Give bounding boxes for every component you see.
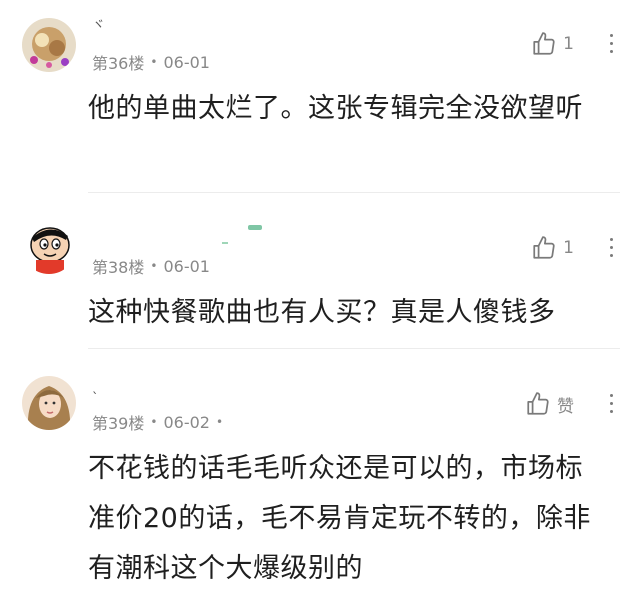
- comment-text: 不花钱的话毛毛听众还是可以的，市场标准价20的话，毛不易肯定玩不转的，除非有潮科…: [88, 453, 591, 584]
- thumbs-up-icon: [531, 235, 557, 261]
- more-vertical-icon[interactable]: [608, 34, 614, 53]
- like-count: 1: [563, 238, 574, 258]
- comment-meta: 第39楼 • 06-02 •: [92, 410, 223, 434]
- comment-date: 06-01: [163, 256, 210, 276]
- like-label: 赞: [557, 396, 574, 417]
- separator-dot: •: [215, 415, 224, 429]
- comment-item: ˎ 第39楼 • 06-02 • 赞 不花钱的话毛毛听众还是可以的，市场标准价2…: [0, 348, 640, 584]
- username[interactable]: ˎ: [92, 380, 99, 395]
- comment-meta: 第38楼 • 06-01: [92, 254, 210, 278]
- avatar[interactable]: [22, 18, 76, 72]
- floor-number: 第38楼: [92, 258, 145, 277]
- like-button[interactable]: 1: [531, 31, 574, 57]
- floor-number: 第36楼: [92, 54, 145, 73]
- thumbs-up-icon: [531, 31, 557, 57]
- more-vertical-icon[interactable]: [608, 394, 614, 413]
- comment-date: 06-01: [163, 52, 210, 72]
- comment-text: 他的单曲太烂了。这张专辑完全没欲望听: [88, 93, 583, 124]
- separator-dot: •: [150, 55, 158, 69]
- avatar[interactable]: [22, 376, 76, 430]
- comment-item: 第38楼 • 06-01 1 这种快餐歌曲也有人买？真是人傻钱多: [0, 192, 640, 349]
- comment-item: ヾ 第36楼 • 06-01 1 他的单曲太烂了。这张专辑完全没欲望听: [0, 0, 640, 193]
- thumbs-up-icon: [525, 391, 551, 417]
- username-decoration: [248, 225, 262, 230]
- like-count: 1: [563, 34, 574, 54]
- separator-dot: •: [150, 415, 158, 429]
- username[interactable]: ヾ: [92, 14, 105, 33]
- floor-number: 第39楼: [92, 414, 145, 433]
- separator-dot: •: [150, 259, 158, 273]
- avatar[interactable]: [22, 220, 76, 274]
- like-button[interactable]: 赞: [525, 391, 574, 417]
- comment-text: 这种快餐歌曲也有人买？真是人傻钱多: [88, 297, 556, 328]
- comment-meta: 第36楼 • 06-01: [92, 50, 210, 74]
- more-vertical-icon[interactable]: [608, 238, 614, 257]
- comment-date: 06-02: [163, 412, 210, 432]
- username-decoration: [222, 242, 228, 244]
- like-button[interactable]: 1: [531, 235, 574, 261]
